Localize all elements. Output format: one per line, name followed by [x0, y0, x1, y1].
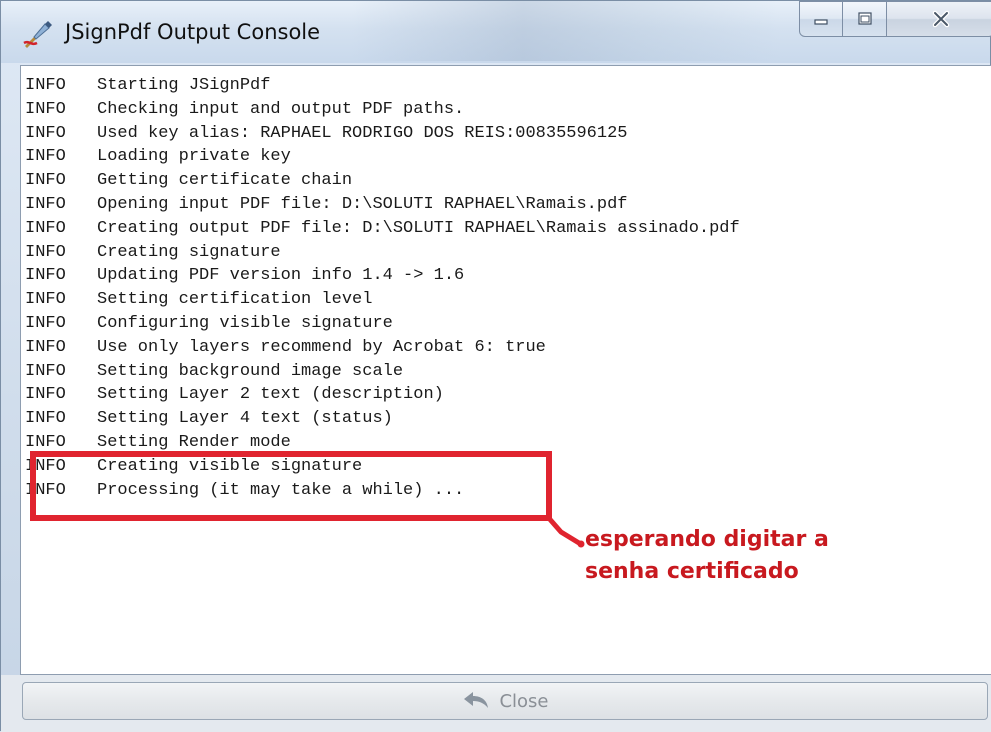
close-x-icon [932, 10, 949, 28]
minimize-icon [814, 19, 828, 25]
close-button-label: Close [499, 690, 549, 712]
window-title: JSignPdf Output Console [65, 20, 321, 44]
close-button[interactable]: Close [22, 682, 988, 720]
maximize-button[interactable] [843, 1, 887, 37]
output-console-window: JSignPdf Output Console INFO Starting JS… [0, 0, 991, 732]
maximize-icon [857, 12, 872, 25]
window-close-button[interactable] [887, 1, 991, 37]
minimize-button[interactable] [799, 1, 843, 37]
console-output-area[interactable]: INFO Starting JSignPdf INFO Checking input … [20, 65, 991, 675]
caption-buttons [799, 1, 991, 39]
undo-arrow-icon [464, 692, 489, 708]
title-bar[interactable]: JSignPdf Output Console [1, 1, 991, 63]
title-bar-glass [351, 1, 781, 61]
annotation-arrow [545, 514, 585, 548]
annotation-text: esperando digitar a senha certificado [585, 527, 829, 584]
jsignpdf-pen-icon [23, 21, 52, 48]
